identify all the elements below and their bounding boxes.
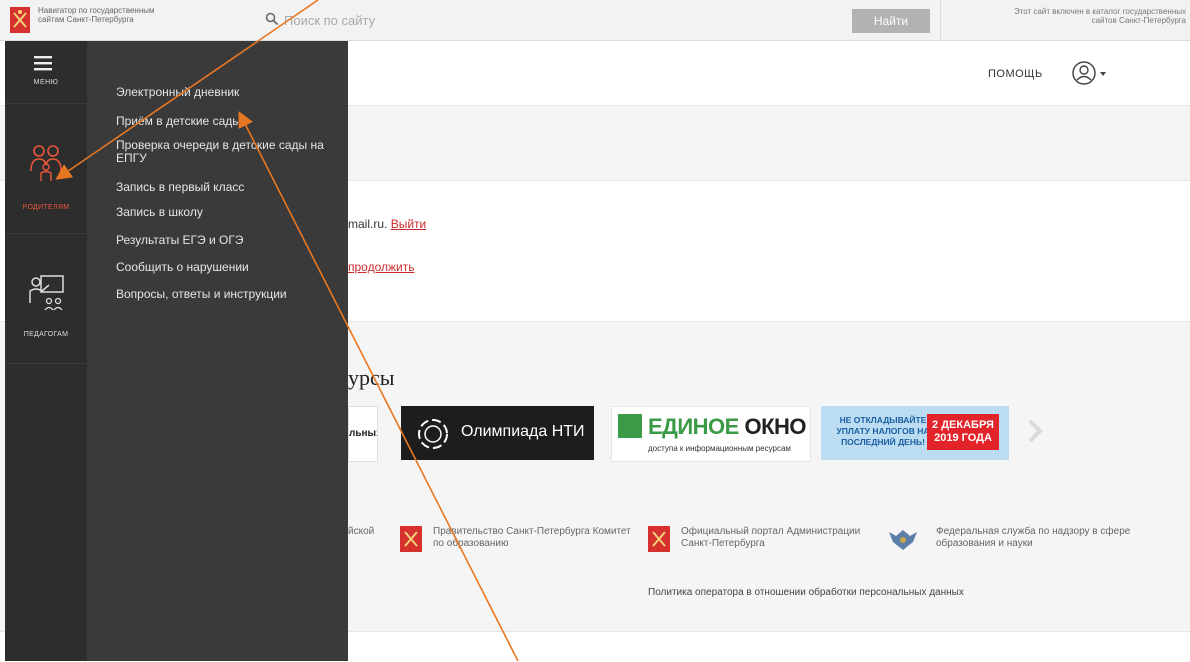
spb-flag-icon: [400, 526, 422, 552]
menu-label: МЕНЮ: [33, 79, 59, 86]
olympiad-logo-icon: [418, 419, 448, 449]
banner-taxes-left: НЕ ОТКЛАДЫВАЙТЕ УПЛАТУ НАЛОГОВ НА ПОСЛЕД…: [836, 415, 930, 447]
search-input[interactable]: [284, 10, 844, 30]
partner-rosobrnadzor-text: Федеральная служба по надзору в сфере об…: [936, 526, 1131, 549]
user-avatar-icon[interactable]: [1071, 59, 1107, 89]
privacy-policy-link[interactable]: Политика оператора в отношении обработки…: [648, 587, 964, 598]
continue-line: продолжить: [348, 260, 414, 274]
submenu-panel: Электронный дневник Приём в детские сады…: [87, 41, 348, 661]
navigator-title[interactable]: Навигатор по государственным сайтам Санк…: [38, 6, 158, 24]
banner-edinoe-title-b: ОКНО: [744, 414, 807, 439]
eagle-emblem-icon: [889, 530, 917, 550]
banner-edinoe-title-a: ЕДИНОЕ: [648, 414, 739, 439]
sidebar-item-teachers[interactable]: ПЕДАГОГАМ: [5, 233, 87, 364]
submenu-item-queue-check[interactable]: Проверка очереди в детские сады на ЕПГУ: [116, 139, 336, 165]
banner-partial-text: льных: [349, 428, 377, 439]
parents-icon: [30, 145, 62, 181]
banner-partial[interactable]: льных: [348, 406, 378, 462]
banner-edinoe-title: ЕДИНОЕ ОКНО: [648, 414, 807, 440]
chevron-right-icon[interactable]: [1025, 419, 1045, 443]
sidebar-rail: МЕНЮ РОДИТЕЛЯМ ПЕДАГОГАМ: [5, 41, 87, 661]
banner-olympiad-nti[interactable]: Олимпиада НТИ: [401, 406, 594, 460]
teacher-icon: [29, 275, 64, 311]
spb-flag-icon: [648, 526, 670, 552]
sidebar-item-parents[interactable]: РОДИТЕЛЯМ: [5, 103, 87, 234]
menu-button[interactable]: МЕНЮ: [5, 41, 87, 104]
submenu-item-faq[interactable]: Вопросы, ответы и инструкции: [116, 288, 336, 301]
logout-link[interactable]: Выйти: [391, 217, 427, 231]
search-button[interactable]: Найти: [852, 9, 930, 33]
banner-olympiad-text: Олимпиада НТИ: [461, 423, 585, 440]
edinoe-okno-logo-icon: [618, 414, 642, 438]
catalog-note[interactable]: Этот сайт включен в каталог государствен…: [1000, 7, 1186, 25]
partner-partial[interactable]: йской: [348, 526, 374, 538]
banner-edinoe-subtitle: доступа к информационным ресурсам: [648, 444, 791, 453]
help-link[interactable]: ПОМОЩЬ: [988, 68, 1043, 80]
banner-edinoe-okno[interactable]: ЕДИНОЕ ОКНО доступа к информационным рес…: [611, 406, 811, 462]
banner-taxes-date: 2 ДЕКАБРЯ 2019 ГОДА: [927, 414, 999, 450]
search-icon: [265, 12, 279, 26]
submenu-item-report-violation[interactable]: Сообщить о нарушении: [116, 261, 336, 274]
submenu-item-e-diary[interactable]: Электронный дневник: [116, 86, 336, 99]
top-bar: Навигатор по государственным сайтам Санк…: [0, 0, 1190, 41]
partner-spb-portal-text: Официальный портал Администрации Санкт-П…: [681, 526, 861, 549]
submenu-item-exam-results[interactable]: Результаты ЕГЭ и ОГЭ: [116, 234, 336, 247]
account-email: mail.ru.: [348, 217, 388, 231]
hamburger-icon: [34, 56, 52, 71]
submenu-item-kindergarten[interactable]: Приём в детские сады: [116, 115, 336, 128]
sidebar-item-teachers-label: ПЕДАГОГАМ: [23, 331, 69, 338]
submenu-item-school-enroll[interactable]: Запись в школу: [116, 206, 336, 219]
account-line: mail.ru. Выйти: [348, 217, 426, 231]
partner-spb-government-text: Правительство Санкт-Петербурга Комитет п…: [433, 526, 631, 549]
submenu-item-first-grade[interactable]: Запись в первый класс: [116, 181, 336, 194]
divider: [940, 0, 941, 40]
resources-heading: урсы: [348, 365, 395, 390]
banner-taxes[interactable]: НЕ ОТКЛАДЫВАЙТЕ УПЛАТУ НАЛОГОВ НА ПОСЛЕД…: [821, 406, 1009, 460]
sidebar-item-parents-label: РОДИТЕЛЯМ: [22, 204, 70, 211]
spb-coat-of-arms-icon[interactable]: [10, 7, 30, 33]
continue-link[interactable]: продолжить: [348, 260, 414, 274]
